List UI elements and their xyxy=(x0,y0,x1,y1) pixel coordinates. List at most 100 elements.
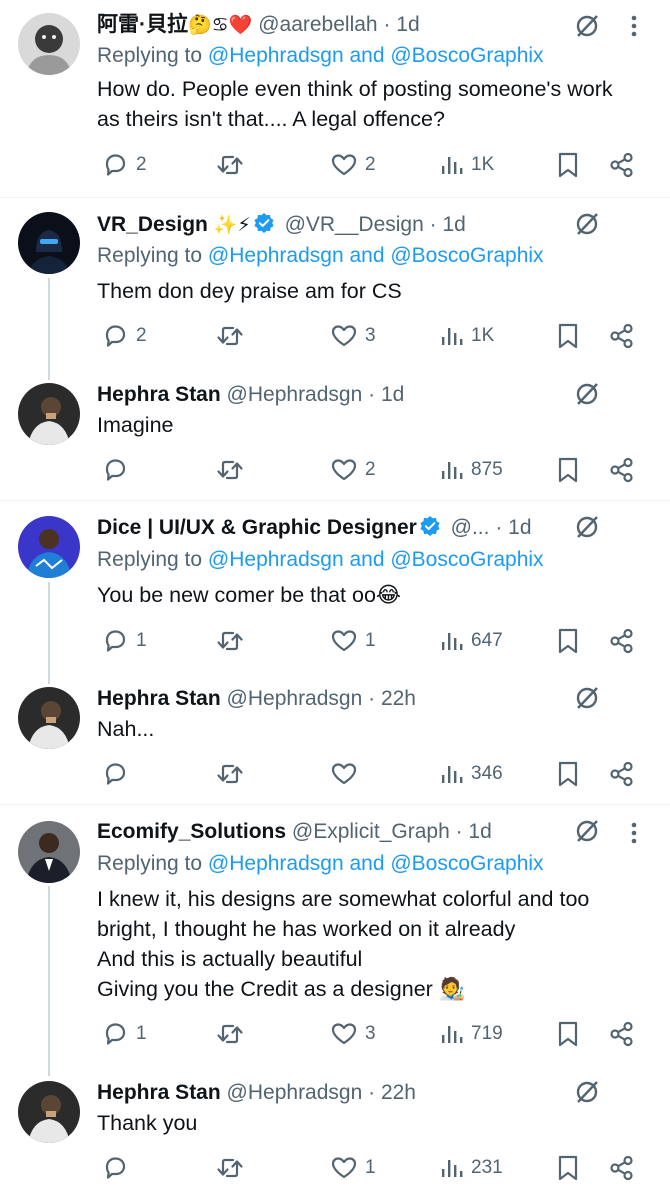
tweet[interactable]: VR_Design ✨⚡ @VR__Design · 1d Replying t… xyxy=(0,200,670,367)
views-button[interactable]: 647 xyxy=(439,623,503,659)
like-button[interactable]: 1 xyxy=(329,623,376,659)
share-button[interactable] xyxy=(607,147,637,183)
timestamp[interactable]: · 1d xyxy=(368,383,404,406)
reply-button[interactable]: 1 xyxy=(100,1016,147,1052)
avatar[interactable] xyxy=(18,383,80,445)
views-button[interactable]: 1K xyxy=(439,147,494,183)
bookmark-button[interactable] xyxy=(555,1150,581,1186)
mute-icon[interactable] xyxy=(573,12,601,45)
reply-button[interactable]: 2 xyxy=(100,147,147,183)
timestamp[interactable]: · 1d xyxy=(430,213,466,236)
views-button[interactable]: 1K xyxy=(439,318,494,354)
display-name[interactable]: 阿雷·貝拉 xyxy=(97,13,188,36)
share-button[interactable] xyxy=(607,1016,637,1052)
replying-mentions[interactable]: @Hephradsgn and @BoscoGraphix xyxy=(208,244,544,267)
mute-icon[interactable] xyxy=(573,684,601,717)
retweet-button[interactable] xyxy=(214,756,252,792)
tweet[interactable]: Ecomify_Solutions @Explicit_Graph · 1d R… xyxy=(0,807,670,1065)
user-handle[interactable]: @VR__Design xyxy=(285,213,424,236)
like-button[interactable]: 2 xyxy=(329,452,376,488)
timestamp[interactable]: · 1d xyxy=(383,13,419,36)
views-button[interactable]: 346 xyxy=(439,756,503,792)
user-handle[interactable]: @Hephradsgn xyxy=(227,687,363,710)
retweet-button[interactable] xyxy=(214,318,252,354)
display-name[interactable]: Hephra Stan xyxy=(97,1081,221,1104)
bookmark-button[interactable] xyxy=(555,147,581,183)
action-bar: 346 xyxy=(97,756,642,792)
display-name[interactable]: Hephra Stan xyxy=(97,383,221,406)
bookmark-button[interactable] xyxy=(555,452,581,488)
tweet[interactable]: Hephra Stan @Hephradsgn · 22h Thank you … xyxy=(0,1068,670,1200)
more-icon[interactable] xyxy=(622,821,646,850)
reply-button[interactable]: 2 xyxy=(100,318,147,354)
timestamp[interactable]: · 22h xyxy=(368,687,416,710)
like-button[interactable] xyxy=(329,756,365,792)
share-button[interactable] xyxy=(607,756,637,792)
display-name[interactable]: Ecomify_Solutions xyxy=(97,820,286,843)
retweet-button[interactable] xyxy=(214,1016,252,1052)
share-button[interactable] xyxy=(607,1150,637,1186)
tweet[interactable]: 阿雷·貝拉🤔♋❤️ @aarebellah · 1d Replying to @… xyxy=(0,0,670,196)
share-button[interactable] xyxy=(607,623,637,659)
user-handle[interactable]: @... xyxy=(451,516,490,539)
like-button[interactable]: 2 xyxy=(329,147,376,183)
bookmark-icon xyxy=(555,321,581,351)
tweet[interactable]: Hephra Stan @Hephradsgn · 1d Imagine 2 8… xyxy=(0,370,670,498)
display-name[interactable]: VR_Design xyxy=(97,213,208,236)
avatar[interactable] xyxy=(18,13,80,75)
timestamp[interactable]: · 22h xyxy=(368,1081,416,1104)
tweet-header: Ecomify_Solutions @Explicit_Graph · 1d xyxy=(97,817,560,847)
display-name[interactable]: Hephra Stan xyxy=(97,687,221,710)
share-icon xyxy=(607,626,637,656)
display-name[interactable]: Dice | UI/UX & Graphic Designer xyxy=(97,516,417,539)
mute-icon[interactable] xyxy=(573,1078,601,1111)
bookmark-button[interactable] xyxy=(555,756,581,792)
action-bar: 2 875 xyxy=(97,452,642,488)
timestamp[interactable]: · 1d xyxy=(456,820,492,843)
avatar[interactable] xyxy=(18,212,80,274)
reply-button[interactable] xyxy=(100,1150,136,1186)
avatar[interactable] xyxy=(18,1081,80,1143)
replying-to: Replying to @Hephradsgn and @BoscoGraphi… xyxy=(97,41,544,71)
avatar[interactable] xyxy=(18,516,80,578)
mute-icon[interactable] xyxy=(573,513,601,546)
bookmark-button[interactable] xyxy=(555,1016,581,1052)
user-handle[interactable]: @Hephradsgn xyxy=(227,383,363,406)
like-button[interactable]: 1 xyxy=(329,1150,376,1186)
share-button[interactable] xyxy=(607,318,637,354)
views-button[interactable]: 231 xyxy=(439,1150,503,1186)
retweet-button[interactable] xyxy=(214,1150,252,1186)
heart-icon xyxy=(329,1153,359,1183)
tweet[interactable]: Hephra Stan @Hephradsgn · 22h Nah... 346 xyxy=(0,674,670,802)
like-button[interactable]: 3 xyxy=(329,1016,376,1052)
replying-mentions[interactable]: @Hephradsgn and @BoscoGraphix xyxy=(208,548,544,571)
reply-button[interactable]: 1 xyxy=(100,623,147,659)
tweet-text-line: You be new comer be that oo😂 xyxy=(97,583,402,607)
replying-mentions[interactable]: @Hephradsgn and @BoscoGraphix xyxy=(208,44,544,67)
reply-button[interactable] xyxy=(100,452,136,488)
bookmark-button[interactable] xyxy=(555,318,581,354)
share-button[interactable] xyxy=(607,452,637,488)
user-handle[interactable]: @aarebellah xyxy=(258,13,377,36)
mute-icon[interactable] xyxy=(573,210,601,243)
views-button[interactable]: 875 xyxy=(439,452,503,488)
mute-icon[interactable] xyxy=(573,380,601,413)
user-handle[interactable]: @Hephradsgn xyxy=(227,1081,363,1104)
user-handle[interactable]: @Explicit_Graph xyxy=(292,820,450,843)
avatar[interactable] xyxy=(18,687,80,749)
reply-button[interactable] xyxy=(100,756,136,792)
avatar[interactable] xyxy=(18,821,80,883)
views-button[interactable]: 719 xyxy=(439,1016,503,1052)
replying-to: Replying to @Hephradsgn and @BoscoGraphi… xyxy=(97,545,544,575)
mute-icon[interactable] xyxy=(573,817,601,850)
replying-mentions[interactable]: @Hephradsgn and @BoscoGraphix xyxy=(208,852,544,875)
retweet-button[interactable] xyxy=(214,452,252,488)
like-button[interactable]: 3 xyxy=(329,318,376,354)
tweet[interactable]: Dice | UI/UX & Graphic Designer @... · 1… xyxy=(0,503,670,671)
reply-count: 1 xyxy=(136,630,147,651)
retweet-button[interactable] xyxy=(214,623,252,659)
more-icon[interactable] xyxy=(622,14,646,43)
retweet-button[interactable] xyxy=(214,147,252,183)
timestamp[interactable]: · 1d xyxy=(495,516,531,539)
bookmark-button[interactable] xyxy=(555,623,581,659)
